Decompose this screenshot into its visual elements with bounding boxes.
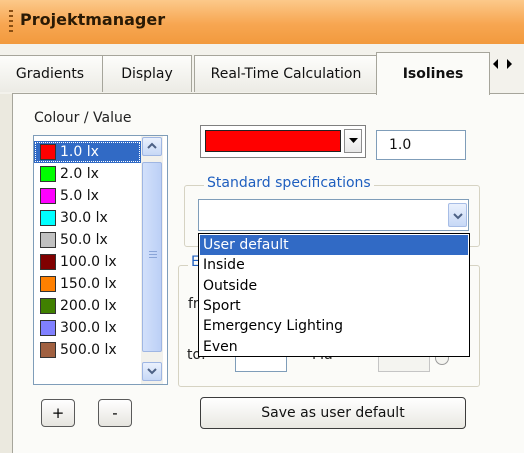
window-title: Projektmanager (20, 10, 166, 29)
drag-grip-icon[interactable] (9, 10, 13, 34)
list-item[interactable]: 50.0 lx (34, 229, 141, 251)
list-item-label: 150.0 lx (60, 276, 117, 292)
list-item-label: 5.0 lx (60, 188, 99, 204)
colour-picker-combo[interactable] (200, 125, 366, 158)
list-item-label: 200.0 lx (60, 298, 117, 314)
colour-swatch (40, 276, 56, 292)
list-item-label: 100.0 lx (60, 254, 117, 270)
list-item-label: 500.0 lx (60, 342, 117, 358)
tab-scroll-arrows-icon[interactable] (492, 58, 514, 73)
scroll-down-button[interactable] (142, 362, 162, 381)
save-as-user-default-button[interactable]: Save as user default (200, 397, 466, 429)
scroll-thumb[interactable] (142, 162, 162, 352)
title-separator (0, 44, 524, 52)
selected-colour-swatch (205, 130, 341, 152)
colour-swatch (40, 144, 56, 160)
dropdown-option[interactable]: Sport (200, 296, 468, 316)
tab-isolines[interactable]: Isolines (376, 52, 490, 95)
dropdown-option[interactable]: Even (200, 337, 468, 357)
colour-swatch (40, 210, 56, 226)
list-item[interactable]: 500.0 lx (34, 339, 141, 361)
list-item-label: 50.0 lx (60, 232, 108, 248)
tab-display[interactable]: Display (102, 55, 192, 92)
list-item[interactable]: 100.0 lx (34, 251, 141, 273)
colour-swatch (40, 188, 56, 204)
list-item[interactable]: 300.0 lx (34, 317, 141, 339)
list-item[interactable]: 30.0 lx (34, 207, 141, 229)
dropdown-option[interactable]: Inside (200, 255, 468, 275)
list-item-label: 300.0 lx (60, 320, 117, 336)
list-scrollbar[interactable] (141, 136, 163, 384)
chevron-up-icon (147, 142, 157, 149)
list-item-label: 2.0 lx (60, 166, 99, 182)
chevron-down-icon (147, 368, 157, 375)
isoline-list[interactable]: 1.0 lx 2.0 lx 5.0 lx 30.0 lx 50.0 lx 100.0 lx… (33, 135, 168, 385)
list-item[interactable]: 5.0 lx (34, 185, 141, 207)
colour-value-label: Colour / Value (34, 110, 132, 126)
colour-dropdown-button[interactable] (344, 129, 362, 153)
dropdown-option[interactable]: Outside (200, 276, 468, 296)
list-item-label: 30.0 lx (60, 210, 108, 226)
list-item[interactable]: 200.0 lx (34, 295, 141, 317)
remove-isoline-button[interactable]: - (98, 399, 132, 427)
list-item[interactable]: 2.0 lx (34, 163, 141, 185)
list-item-label: 1.0 lx (60, 144, 99, 160)
isoline-value-input[interactable]: 1.0 (376, 130, 466, 160)
colour-swatch (40, 232, 56, 248)
triangle-down-icon (349, 138, 358, 143)
colour-swatch (40, 166, 56, 182)
colour-swatch (40, 298, 56, 314)
colour-swatch (40, 254, 56, 270)
tab-gradients[interactable]: Gradients (0, 55, 103, 92)
colour-swatch (40, 320, 56, 336)
standard-specifications-select[interactable] (198, 199, 469, 231)
tab-scroll-left-right-icon[interactable] (492, 58, 514, 70)
add-isoline-button[interactable]: + (41, 399, 75, 427)
dropdown-option[interactable]: Emergency Lighting (200, 316, 468, 336)
dropdown-option[interactable]: User default (200, 235, 468, 255)
standard-specifications-legend: Standard specifications (204, 175, 374, 191)
standard-specifications-dropdown-button[interactable] (448, 203, 467, 227)
standard-specifications-options[interactable]: User default Inside Outside Sport Emergency … (198, 233, 470, 357)
list-item[interactable]: 1.0 lx (34, 141, 141, 163)
colour-swatch (40, 342, 56, 358)
list-item[interactable]: 150.0 lx (34, 273, 141, 295)
chevron-down-icon (453, 213, 463, 220)
tab-real-time-calculation[interactable]: Real-Time Calculation (194, 55, 378, 92)
scroll-up-button[interactable] (142, 137, 162, 156)
